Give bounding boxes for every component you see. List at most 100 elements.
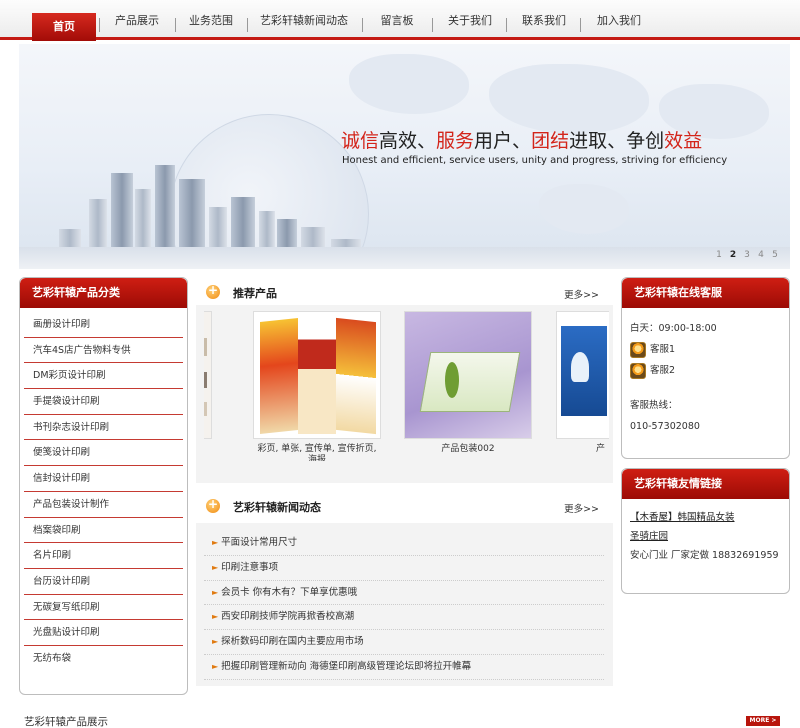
qq-contact[interactable]: 客服1 (630, 339, 781, 360)
category-item[interactable]: 名片印刷 (24, 543, 183, 569)
news-item-title: 印刷注意事项 (221, 561, 279, 573)
banner-slogan: 诚信高效、服务用户、团结进取、争创效益 (341, 126, 702, 153)
world-map-shape (489, 64, 649, 134)
product-caption: 产品包装002 (441, 444, 495, 454)
nav-divider (432, 18, 433, 32)
products-more-link[interactable]: 更多>> (564, 287, 599, 301)
plus-circle-icon (206, 283, 220, 299)
nav-divider (99, 18, 100, 32)
product-item-partial[interactable] (204, 311, 212, 439)
product-image (404, 311, 532, 439)
product-item[interactable]: 彩页, 单张, 宣传单, 宣传折页, 海报 (253, 311, 381, 461)
category-item[interactable]: 画册设计印刷 (24, 312, 183, 338)
category-item[interactable]: DM彩页设计印刷 (24, 363, 183, 390)
nav-join[interactable]: 加入我们 (588, 12, 650, 30)
panel-header: 艺彩轩辕新闻动态 更多>> (196, 491, 613, 523)
hotline-number: 010-57302080 (630, 421, 700, 432)
banner-ground (19, 247, 790, 269)
category-list: 画册设计印刷 汽车4S店广告物料专供 DM彩页设计印刷 手提袋设计印刷 书刊杂志… (20, 308, 187, 672)
panel-title: 推荐产品 (233, 287, 277, 300)
service-body: 白天：09:00-18:00 客服1 客服2 客服热线： 010-5730208… (622, 308, 789, 437)
top-nav: 首页 产品展示 业务范围 艺彩轩辕新闻动态 留言板 关于我们 联系我们 加入我们 (0, 0, 800, 41)
panel-title: 艺彩轩辕新闻动态 (233, 501, 321, 514)
friend-link[interactable]: 圣骑庄园 (630, 527, 781, 546)
category-item[interactable]: 无碳复写纸印刷 (24, 595, 183, 621)
category-item[interactable]: 信封设计印刷 (24, 466, 183, 492)
banner-pager: 12345 (712, 249, 782, 261)
slogan-part: 进取、争创 (569, 130, 665, 152)
service-box-title: 艺彩轩辕在线客服 (622, 278, 789, 308)
slogan-part: 效益 (664, 130, 703, 152)
nav-divider (580, 18, 581, 32)
product-item[interactable]: 产 (556, 311, 609, 455)
links-body: 【木香屋】韩国精品女装 圣骑庄园 安心门业 厂家定做 18832691959 (622, 499, 789, 565)
product-showcase-title: 艺彩轩辕产品展示 (24, 716, 108, 728)
category-item[interactable]: 档案袋印刷 (24, 518, 183, 544)
news-item-title: 会员卡 你有木有？下单享优惠哦 (221, 586, 358, 598)
nav-divider (506, 18, 507, 32)
hotline-label: 客服热线： (630, 400, 678, 411)
nav-guestbook[interactable]: 留言板 (370, 12, 424, 30)
world-map-shape (539, 184, 629, 234)
news-item-title: 西安印刷技师学院再掀香校高潮 (221, 611, 355, 623)
news-item-title: 探析数码印刷在国内主要应用市场 (221, 636, 364, 648)
news-item[interactable]: ► 西安印刷技师学院再掀香校高潮 (204, 605, 604, 631)
service-hours: 白天：09:00-18:00 (630, 323, 717, 334)
banner-page-1[interactable]: 1 (712, 250, 726, 260)
category-item[interactable]: 台历设计印刷 (24, 569, 183, 595)
category-box-title: 艺彩轩辕产品分类 (20, 278, 187, 308)
friend-link-text: 安心门业 厂家定做 18832691959 (630, 550, 779, 561)
slogan-part: 服务 (436, 130, 475, 152)
product-image (204, 311, 212, 439)
arrow-right-icon: ► (212, 587, 219, 597)
product-caption: 产 (596, 444, 606, 454)
news-list: ► 平面设计常用尺寸 ► 印刷注意事项 ► 会员卡 你有木有？下单享优惠哦 ► 西安印刷… (204, 531, 604, 680)
product-image (253, 311, 381, 439)
news-item[interactable]: ► 印刷注意事项 (204, 556, 604, 581)
online-service-box: 艺彩轩辕在线客服 白天：09:00-18:00 客服1 客服2 客服热线： 01… (621, 277, 790, 459)
nav-news[interactable]: 艺彩轩辕新闻动态 (252, 12, 356, 30)
category-item[interactable]: 无纺布袋 (24, 646, 183, 672)
nav-products[interactable]: 产品展示 (104, 12, 170, 30)
recommended-products-panel: 推荐产品 更多>> 彩页, 单张, 宣传单, 宣传折页, 海报 产品 (196, 277, 613, 483)
category-box: 艺彩轩辕产品分类 画册设计印刷 汽车4S店广告物料专供 DM彩页设计印刷 手提袋… (19, 277, 188, 695)
category-item[interactable]: 汽车4S店广告物料专供 (24, 338, 183, 364)
category-item[interactable]: 便笺设计印刷 (24, 440, 183, 467)
news-item-title: 平面设计常用尺寸 (221, 537, 298, 548)
news-item[interactable]: ► 把握印刷管理新动向 海德堡印刷高级管理论坛即将拉开帷幕 (204, 655, 604, 680)
news-item[interactable]: ► 会员卡 你有木有？下单享优惠哦 (204, 581, 604, 606)
qq-contact-label: 客服2 (650, 365, 676, 376)
news-more-link[interactable]: 更多>> (564, 501, 599, 515)
nav-about[interactable]: 关于我们 (440, 12, 500, 30)
product-item[interactable]: 产品包装002 (404, 311, 532, 455)
banner-page-3[interactable]: 3 (740, 250, 754, 260)
nav-home[interactable]: 首页 (32, 13, 96, 41)
arrow-right-icon: ► (212, 538, 219, 547)
banner-page-4[interactable]: 4 (754, 250, 768, 260)
nav-contact[interactable]: 联系我们 (514, 12, 574, 30)
news-panel: 艺彩轩辕新闻动态 更多>> ►平面设计常用尺寸 ►印刷注意事项 ►会员卡 你有木… (196, 491, 613, 686)
banner-page-5[interactable]: 5 (768, 250, 782, 260)
news-item[interactable]: ► 探析数码印刷在国内主要应用市场 (204, 630, 604, 655)
more-button[interactable]: MORE > (746, 716, 780, 726)
panel-header: 推荐产品 更多>> (196, 277, 613, 305)
qq-contact[interactable]: 客服2 (630, 360, 781, 381)
product-caption: 彩页, 单张, 宣传单, 宣传折页, 海报 (257, 444, 377, 461)
news-item[interactable]: ► 平面设计常用尺寸 (204, 531, 604, 556)
banner-page-2[interactable]: 2 (726, 250, 740, 260)
category-item[interactable]: 书刊杂志设计印刷 (24, 415, 183, 441)
slogan-part: 用户、 (474, 130, 532, 152)
arrow-right-icon: ► (212, 637, 219, 647)
category-item[interactable]: 光盘贴设计印刷 (24, 620, 183, 646)
category-item[interactable]: 产品包装设计制作 (24, 492, 183, 518)
qq-contact-label: 客服1 (650, 344, 676, 355)
nav-business[interactable]: 业务范围 (180, 12, 242, 30)
hero-banner[interactable]: 诚信高效、服务用户、团结进取、争创效益 Honest and efficient… (19, 44, 790, 269)
news-item-title: 把握印刷管理新动向 海德堡印刷高级管理论坛即将拉开帷幕 (221, 660, 472, 672)
friend-link[interactable]: 【木香屋】韩国精品女装 (630, 508, 781, 527)
category-item[interactable]: 手提袋设计印刷 (24, 389, 183, 415)
nav-divider (362, 18, 363, 32)
banner-slogan-english: Honest and efficient, service users, uni… (342, 155, 728, 166)
arrow-right-icon: ► (212, 612, 219, 622)
